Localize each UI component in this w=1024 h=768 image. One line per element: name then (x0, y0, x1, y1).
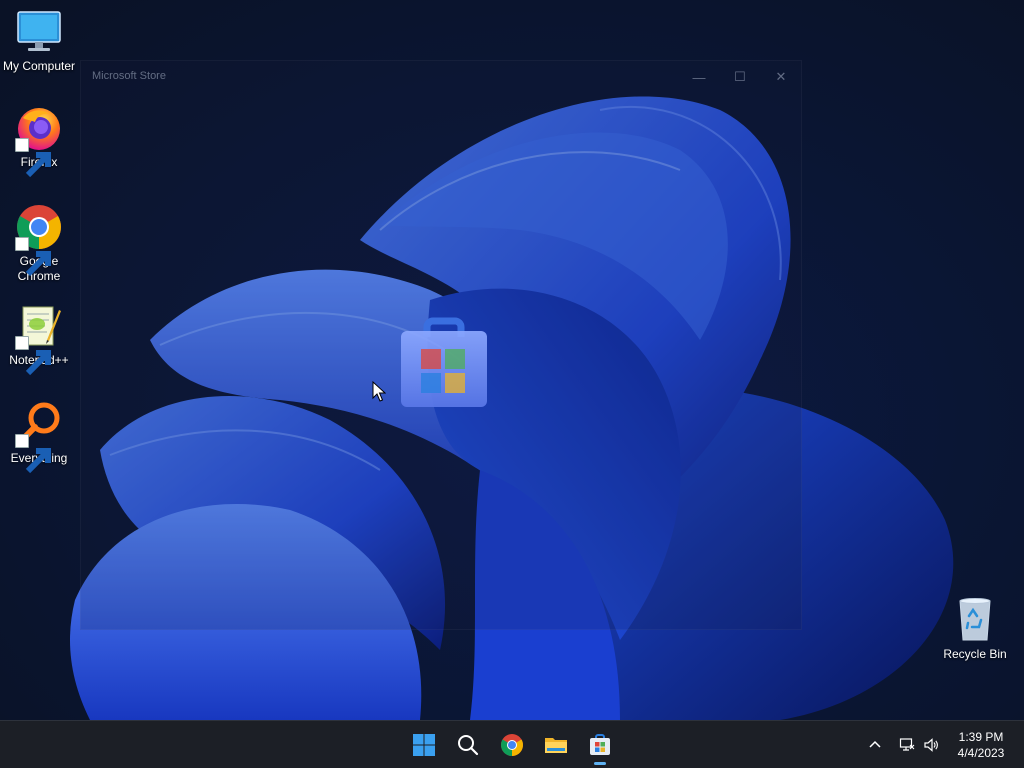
folder-icon (545, 738, 567, 753)
desktop-icon-google-chrome[interactable]: Google Chrome (0, 203, 78, 284)
desktop-icon-my-computer[interactable]: My Computer (0, 8, 78, 74)
search-icon (458, 735, 479, 756)
desktop-icon-notepadpp[interactable]: Notepad++ (0, 302, 78, 376)
clock-time: 1:39 PM (958, 730, 1004, 744)
show-hidden-icons-button[interactable] (864, 733, 886, 757)
desktop-icon-everything[interactable]: Everything (0, 400, 78, 474)
recycle-bin-icon (951, 596, 999, 644)
microsoft-store-bag-icon (401, 317, 487, 407)
shortcut-arrow-icon (15, 138, 51, 178)
desktop-icon-recycle-bin[interactable]: Recycle Bin (936, 596, 1014, 662)
desktop-icon-firefox[interactable]: Firefox (0, 104, 78, 178)
mouse-cursor (372, 381, 386, 402)
monitor-icon (15, 8, 63, 56)
taskbar-clock[interactable]: 1:39 PM 4/4/2023 (944, 729, 1018, 761)
clock-date: 4/4/2023 (957, 746, 1005, 760)
firefox-icon (15, 104, 63, 178)
notepadpp-icon (15, 302, 63, 376)
taskbar-file-explorer[interactable] (536, 725, 576, 765)
everything-search-icon (15, 400, 63, 474)
chrome-icon (15, 203, 63, 277)
network-icon (899, 738, 915, 751)
shortcut-arrow-icon (15, 336, 51, 376)
network-tray-button[interactable] (896, 733, 918, 757)
volume-icon (924, 738, 938, 752)
volume-tray-button[interactable] (920, 733, 942, 757)
close-button[interactable]: ✕ (763, 65, 799, 89)
window-title: Microsoft Store (92, 70, 166, 82)
desktop-icon-label: Recycle Bin (943, 647, 1007, 661)
desktop-icon-label: My Computer (2, 59, 76, 73)
search-button[interactable] (448, 725, 488, 765)
taskbar-microsoft-store[interactable] (580, 725, 620, 765)
store-icon (590, 734, 610, 755)
maximize-button[interactable]: ☐ (722, 65, 758, 89)
chrome-icon (501, 734, 523, 756)
start-button[interactable] (404, 725, 444, 765)
windows-start-icon (413, 734, 435, 756)
taskbar-chrome[interactable] (492, 725, 532, 765)
shortcut-arrow-icon (15, 434, 51, 474)
shortcut-arrow-icon (15, 237, 51, 277)
active-app-indicator (594, 762, 606, 765)
chevron-up-icon (869, 740, 881, 748)
taskbar: 1:39 PM 4/4/2023 (0, 720, 1024, 768)
microsoft-store-window[interactable]: Microsoft Store — ☐ ✕ (80, 60, 802, 630)
window-titlebar[interactable]: Microsoft Store — ☐ ✕ (81, 61, 801, 93)
minimize-button[interactable]: — (681, 65, 717, 89)
